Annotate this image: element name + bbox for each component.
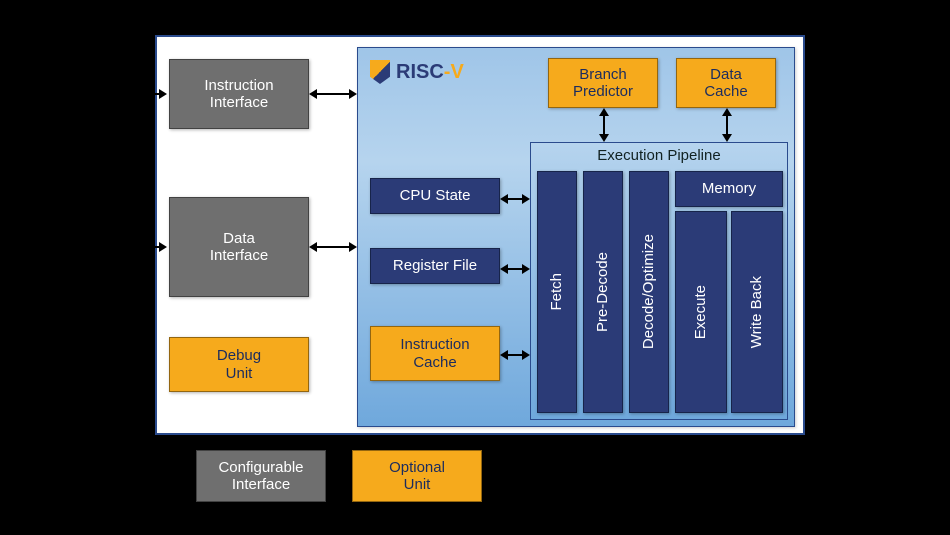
arrow-regfile-pipeline [500, 264, 530, 274]
logo-text-suffix: -V [444, 61, 464, 83]
pipeline-memory: Memory [675, 171, 783, 207]
arrow-icache-pipeline [500, 350, 530, 360]
arrow-branch-pipeline [599, 108, 609, 142]
pipeline-writeback: Write Back [731, 211, 783, 413]
data-cache-box: Data Cache [676, 58, 776, 108]
pipeline-execute-label: Execute [692, 285, 709, 339]
legend-configurable-interface: Configurable Interface [196, 450, 326, 502]
pipeline-title: Execution Pipeline [531, 147, 787, 164]
arrow-ext-data [133, 242, 167, 252]
riscv-logo-icon [370, 60, 390, 84]
core-panel: RISC-V Branch Predictor Data Cache CPU S… [357, 47, 795, 427]
debug-unit-box: Debug Unit [169, 337, 309, 392]
pipeline-panel: Execution Pipeline Fetch Pre-Decode Deco… [530, 142, 788, 420]
branch-predictor-box: Branch Predictor [548, 58, 658, 108]
register-file-box: Register File [370, 248, 500, 284]
instruction-cache-box: Instruction Cache [370, 326, 500, 381]
legend-optional-unit: Optional Unit [352, 450, 482, 502]
cpu-state-box: CPU State [370, 178, 500, 214]
arrow-data-core [309, 242, 357, 252]
pipeline-writeback-label: Write Back [748, 276, 765, 348]
instruction-interface-box: Instruction Interface [169, 59, 309, 129]
pipeline-predecode-label: Pre-Decode [594, 252, 611, 332]
data-interface-box: Data Interface [169, 197, 309, 297]
logo-text-main: RISC [396, 61, 444, 83]
arrow-dcache-pipeline [722, 108, 732, 142]
arrow-instr-core [309, 89, 357, 99]
arrow-cpustate-pipeline [500, 194, 530, 204]
pipeline-decode: Decode/Optimize [629, 171, 669, 413]
diagram-stage: Instruction Interface Data Interface Deb… [155, 35, 805, 435]
pipeline-decode-label: Decode/Optimize [640, 234, 657, 349]
riscv-logo: RISC-V [370, 60, 464, 84]
pipeline-execute: Execute [675, 211, 727, 413]
arrow-ext-instr [133, 89, 167, 99]
legend: Configurable Interface Optional Unit [196, 450, 482, 502]
pipeline-fetch: Fetch [537, 171, 577, 413]
pipeline-fetch-label: Fetch [548, 273, 565, 311]
pipeline-predecode: Pre-Decode [583, 171, 623, 413]
